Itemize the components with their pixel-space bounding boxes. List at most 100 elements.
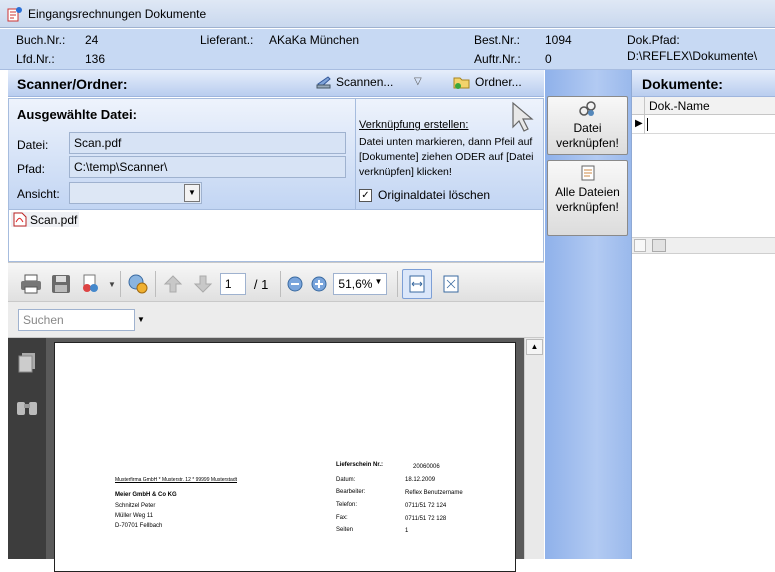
pdf-page: Musterfirma GmbH * Musterstr. 12 * 99999… [54, 342, 516, 572]
selected-file-panel: Ausgewählte Datei: Datei: Scan.pdf Pfad:… [8, 98, 544, 211]
scroll-left-icon[interactable] [634, 239, 646, 252]
documents-header: Dokumente: [632, 70, 775, 97]
file-list: Scan.pdf [8, 210, 544, 262]
selected-file-title: Ausgewählte Datei: [17, 107, 137, 122]
dokpfad-value: D:\REFLEX\Dokumente\ [627, 49, 758, 63]
window-title: Eingangsrechnungen Dokumente [28, 7, 207, 21]
search-dropdown-icon[interactable]: ▼ [137, 315, 145, 324]
documents-panel: Dokumente: Dok.-Name ▶ [631, 70, 775, 559]
datei-label: Datei: [17, 138, 49, 152]
app-icon [7, 7, 22, 22]
table-row[interactable]: ▶ [632, 115, 775, 134]
separator [280, 271, 282, 297]
link-all-button[interactable]: Alle Dateien verknüpfen! [547, 160, 628, 236]
doc-field-value: 0711/51 72 128 [405, 516, 447, 522]
folder-label: Ordner... [475, 75, 522, 89]
column-header-name[interactable]: Dok.-Name [649, 99, 710, 113]
dokpfad-label: Dok.Pfad: [627, 33, 680, 47]
pfad-field[interactable]: C:\temp\Scanner\ [69, 156, 346, 178]
link-icon [578, 101, 596, 116]
documents-grid-header: Dok.-Name [632, 97, 775, 115]
doc-field-label: Bearbeiter: [336, 489, 366, 495]
auftr-label: Auftr.Nr.: [474, 52, 521, 66]
row-indicator-icon: ▶ [635, 118, 643, 129]
pdf-file-icon [13, 212, 27, 227]
lieferant-value: AKaKa München [269, 33, 360, 47]
pdf-viewport: Musterfirma GmbH * Musterstr. 12 * 99999… [46, 338, 524, 572]
scan-button[interactable]: Scannen... [316, 74, 393, 90]
title-bar: Eingangsrechnungen Dokumente [0, 0, 775, 28]
pdf-toolbar: ▼ 1 / 1 51,6% ▼ [8, 262, 544, 302]
horizontal-scrollbar[interactable] [632, 237, 775, 254]
search-input[interactable]: Suchen [18, 309, 135, 331]
link-instructions: Datei unten markieren, dann Pfeil auf [D… [359, 136, 534, 178]
scroll-up-icon[interactable]: ▲ [526, 339, 543, 355]
scan-label: Scannen... [336, 75, 394, 89]
column-divider [644, 115, 645, 134]
buch-label: Buch.Nr.: [16, 33, 66, 47]
chevron-down-icon[interactable]: ▼ [374, 277, 382, 291]
drag-arrow-icon[interactable] [511, 101, 535, 133]
fit-page-icon[interactable] [436, 271, 466, 297]
scanner-title: Scanner/Ordner: [17, 76, 128, 92]
share-dropdown-icon[interactable]: ▼ [108, 280, 116, 289]
lfd-label: Lfd.Nr.: [16, 52, 55, 66]
print-icon[interactable] [18, 271, 44, 297]
scroll-thumb[interactable] [652, 239, 666, 252]
auftr-value: 0 [545, 52, 552, 66]
delete-original-label: Originaldatei löschen [378, 188, 491, 202]
separator [154, 271, 156, 297]
binoculars-icon[interactable] [16, 398, 38, 416]
pages-icon[interactable] [17, 352, 37, 374]
link-all-label: Alle Dateien verknüpfen! [555, 185, 620, 214]
pdf-search-bar: Suchen ▼ [8, 302, 544, 338]
column-divider [644, 97, 645, 115]
fit-width-icon[interactable] [402, 269, 433, 299]
doc-ls-label: Lieferschein Nr.: [336, 462, 384, 468]
divider [355, 99, 356, 211]
arrow-down-icon[interactable] [190, 271, 216, 297]
zoom-out-icon[interactable] [285, 271, 305, 297]
doc-field-value: 18.12.2009 [405, 477, 436, 483]
zoom-in-icon[interactable] [309, 271, 329, 297]
doc-recipient-line: D-70701 Fellbach [115, 523, 163, 529]
scan-dropdown-icon[interactable]: ▽ [414, 76, 422, 87]
folder-button[interactable]: Ordner... [453, 74, 522, 90]
save-icon[interactable] [48, 271, 74, 297]
delete-original-option[interactable]: ✓ Originaldatei löschen [359, 188, 490, 202]
lfd-value: 136 [85, 52, 106, 66]
lieferant-label: Lieferant.: [200, 33, 254, 47]
doc-field-label: Datum: [336, 477, 356, 483]
link-file-button[interactable]: Datei verknüpfen! [547, 96, 628, 155]
delete-original-checkbox[interactable]: ✓ [359, 188, 372, 202]
separator [119, 271, 121, 297]
action-column: Datei verknüpfen! Alle Dateien verknüpfe… [545, 70, 631, 559]
settings-globe-icon[interactable] [125, 271, 151, 297]
arrow-up-icon[interactable] [160, 271, 186, 297]
scanner-icon [316, 76, 331, 89]
zoom-select[interactable]: 51,6% ▼ [333, 273, 388, 295]
doc-field-value: Reflex Benutzername [405, 490, 463, 496]
link-title: Verknüpfung erstellen: [359, 119, 469, 131]
doc-sender-line: Musterfirma GmbH * Musterstr. 12 * 99999… [115, 477, 237, 483]
text-cursor [647, 118, 648, 131]
doc-recipient-line: Schnitzel Peter [115, 503, 156, 509]
buch-value: 24 [85, 33, 99, 47]
share-icon[interactable] [78, 271, 104, 297]
doc-field-value: 1 [405, 528, 409, 534]
folder-icon [453, 77, 470, 89]
list-item[interactable]: Scan.pdf [11, 212, 80, 227]
documents-title: Dokumente: [642, 76, 723, 92]
page-number-input[interactable]: 1 [219, 273, 246, 295]
chevron-down-icon[interactable]: ▼ [184, 184, 200, 202]
file-name: Scan.pdf [30, 212, 78, 227]
datei-field[interactable]: Scan.pdf [69, 132, 346, 154]
best-value: 1094 [545, 33, 572, 47]
info-bar: Buch.Nr.: 24 Lfd.Nr.: 136 Lieferant.: AK… [0, 29, 775, 70]
pfad-label: Pfad: [17, 162, 46, 176]
ansicht-select[interactable]: ▼ [69, 182, 202, 204]
pdf-scrollbar[interactable]: ▲ [524, 338, 544, 559]
page-total: / 1 [253, 276, 269, 292]
doc-recipient-name: Meier GmbH & Co KG [115, 492, 177, 498]
link-file-label: Datei verknüpfen! [556, 121, 619, 150]
